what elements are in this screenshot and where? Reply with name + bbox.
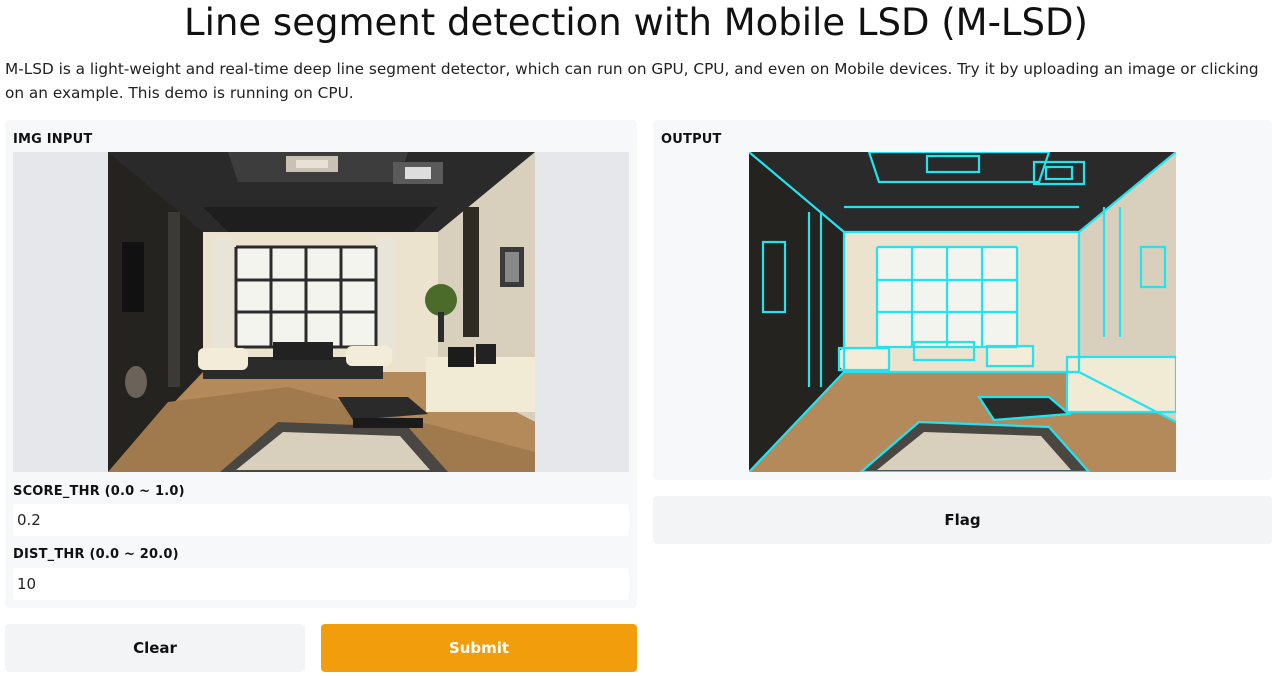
score-thr-input[interactable]: 0.2 bbox=[13, 504, 629, 536]
clear-button[interactable]: Clear bbox=[5, 624, 305, 672]
page-title: Line segment detection with Mobile LSD (… bbox=[184, 1, 1088, 44]
output-panel: OUTPUT bbox=[653, 120, 1272, 480]
image-upload-area[interactable] bbox=[13, 152, 629, 472]
dist-thr-input[interactable]: 10 bbox=[13, 568, 629, 600]
flag-button[interactable]: Flag bbox=[653, 496, 1272, 544]
app-page: Line segment detection with Mobile LSD (… bbox=[0, 0, 1272, 676]
output-label: OUTPUT bbox=[661, 132, 722, 147]
input-room-image bbox=[107, 152, 535, 472]
img-input-label: IMG INPUT bbox=[13, 132, 93, 147]
page-description: M-LSD is a light-weight and real-time de… bbox=[5, 60, 1259, 102]
submit-button[interactable]: Submit bbox=[321, 624, 637, 672]
output-line-image bbox=[749, 152, 1176, 472]
input-panel: IMG INPUT SCORE_THR (0.0 ~ 1.0) 0.2 DIST… bbox=[5, 120, 637, 608]
dist-thr-label: DIST_THR (0.0 ~ 20.0) bbox=[13, 547, 179, 562]
score-thr-label: SCORE_THR (0.0 ~ 1.0) bbox=[13, 484, 185, 499]
output-image-area bbox=[661, 152, 1264, 472]
